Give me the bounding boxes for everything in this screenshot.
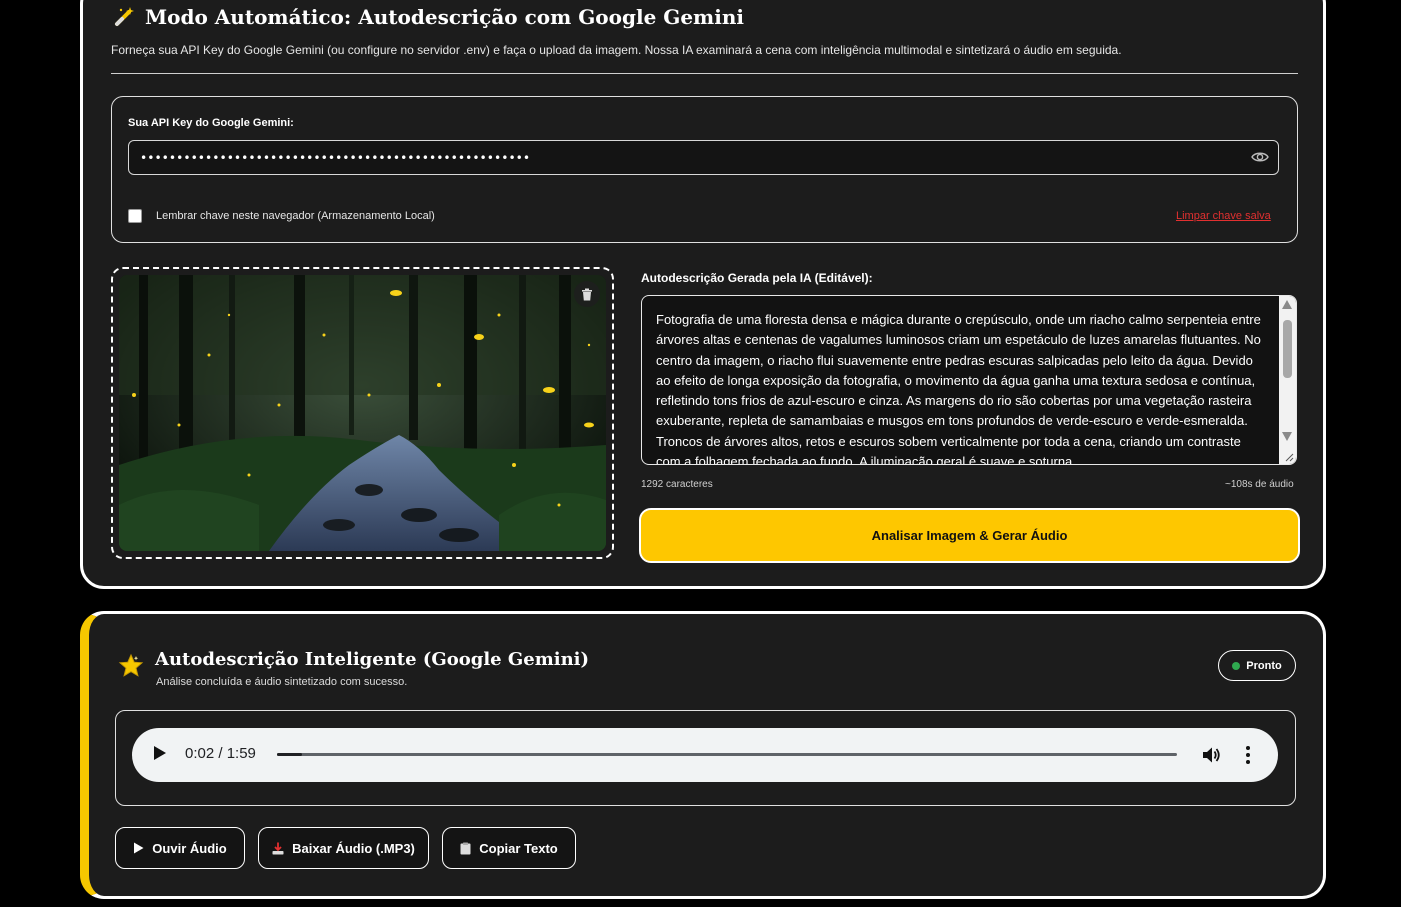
- result-subtitle: Análise concluída e áudio sintetizado co…: [156, 676, 408, 688]
- remember-key-checkbox[interactable]: [128, 209, 142, 223]
- audio-progress-fill: [277, 753, 303, 756]
- more-options-icon[interactable]: [1242, 745, 1254, 765]
- description-scrollbar[interactable]: [1279, 296, 1296, 464]
- volume-icon[interactable]: [1200, 744, 1222, 766]
- copy-text-label: Copiar Texto: [479, 840, 558, 856]
- status-text: Pronto: [1246, 659, 1282, 672]
- remember-key-label: Lembrar chave neste navegador (Armazenam…: [156, 210, 435, 222]
- analyze-and-generate-button[interactable]: Analisar Imagem & Gerar Áudio: [639, 508, 1300, 563]
- audio-time: 0:02 / 1:59: [185, 745, 256, 762]
- audio-player-panel: 0:02 / 1:59: [115, 710, 1296, 806]
- uploaded-image-preview: [119, 275, 606, 551]
- clipboard-icon: [460, 842, 471, 854]
- auto-mode-title: Modo Automático: Autodescrição com Googl…: [113, 5, 744, 29]
- divider: [111, 73, 1298, 74]
- download-audio-label: Baixar Áudio (.MP3): [292, 840, 415, 856]
- star-icon: [118, 653, 144, 677]
- download-audio-button[interactable]: Baixar Áudio (.MP3): [258, 827, 429, 869]
- auto-mode-subtitle: Forneça sua API Key do Google Gemini (ou…: [111, 43, 1122, 57]
- scroll-down-arrow-icon[interactable]: [1282, 432, 1292, 441]
- status-dot-icon: [1232, 661, 1241, 670]
- play-icon[interactable]: [154, 746, 166, 760]
- audio-player[interactable]: 0:02 / 1:59: [132, 728, 1278, 782]
- download-icon: [272, 842, 284, 854]
- api-key-panel: Sua API Key do Google Gemini: Lembrar ch…: [111, 96, 1298, 243]
- auto-mode-title-text: Modo Automático: Autodescrição com Googl…: [145, 5, 744, 29]
- result-card: Autodescrição Inteligente (Google Gemini…: [80, 611, 1326, 899]
- result-title: Autodescrição Inteligente (Google Gemini…: [155, 649, 590, 670]
- eye-icon[interactable]: [1250, 148, 1270, 166]
- trash-icon: [582, 288, 592, 300]
- clear-saved-key-link[interactable]: Limpar chave salva: [1176, 210, 1271, 222]
- description-textarea[interactable]: Fotografia de uma floresta densa e mágic…: [641, 295, 1297, 465]
- resize-grip-icon[interactable]: [1285, 453, 1294, 462]
- description-label: Autodescrição Gerada pela IA (Editável):: [641, 271, 873, 285]
- remove-image-button[interactable]: [574, 281, 600, 307]
- api-key-label: Sua API Key do Google Gemini:: [128, 117, 294, 129]
- image-dropzone[interactable]: [111, 267, 614, 559]
- audio-duration-estimate: ~108s de áudio: [1225, 479, 1294, 490]
- api-key-input[interactable]: [128, 140, 1279, 175]
- scroll-thumb[interactable]: [1283, 320, 1292, 378]
- auto-mode-card: Modo Automático: Autodescrição com Googl…: [80, 0, 1326, 589]
- play-icon: [134, 842, 144, 854]
- description-text[interactable]: Fotografia de uma floresta densa e mágic…: [656, 310, 1268, 464]
- magic-wand-icon: [115, 7, 134, 26]
- audio-progress-bar[interactable]: [277, 753, 1177, 756]
- scroll-up-arrow-icon[interactable]: [1282, 300, 1292, 309]
- copy-text-button[interactable]: Copiar Texto: [442, 827, 576, 869]
- status-badge: Pronto: [1218, 650, 1296, 681]
- listen-audio-label: Ouvir Áudio: [152, 840, 227, 856]
- listen-audio-button[interactable]: Ouvir Áudio: [115, 827, 245, 869]
- char-count: 1292 caracteres: [641, 479, 713, 490]
